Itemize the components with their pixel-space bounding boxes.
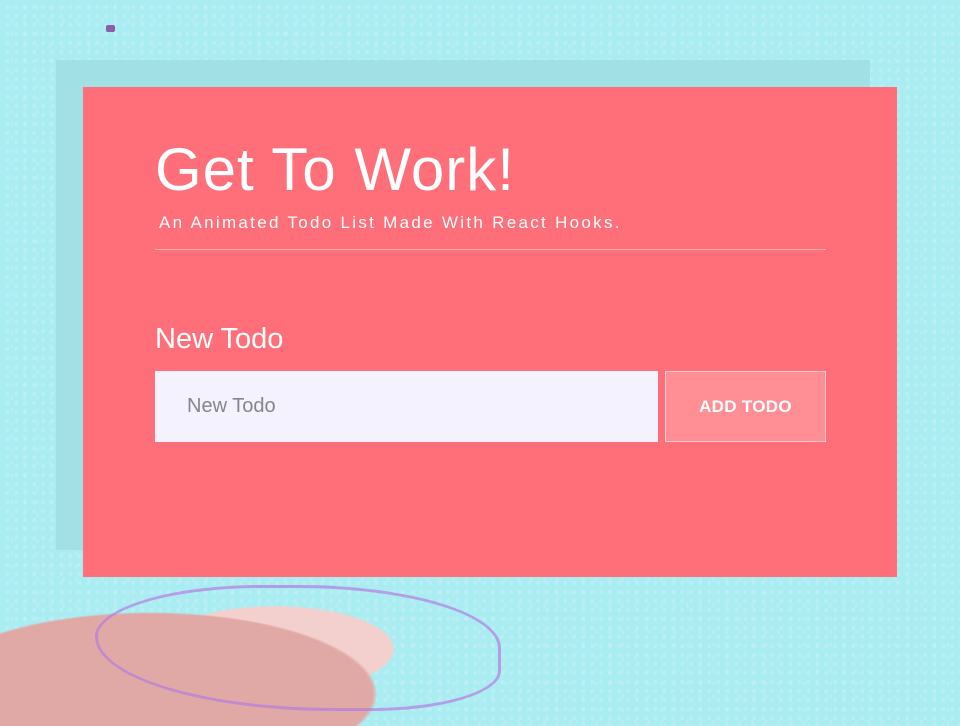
new-todo-input[interactable] (155, 371, 658, 442)
page-subtitle: An Animated Todo List Made With React Ho… (159, 213, 622, 232)
background-dot (106, 25, 115, 32)
page-title: Get To Work! (155, 136, 515, 203)
new-todo-label: New Todo (155, 323, 284, 355)
todo-card: Get To Work! An Animated Todo List Made … (83, 87, 897, 577)
header-divider (155, 249, 826, 250)
add-todo-button[interactable]: ADD TODO (665, 371, 826, 442)
